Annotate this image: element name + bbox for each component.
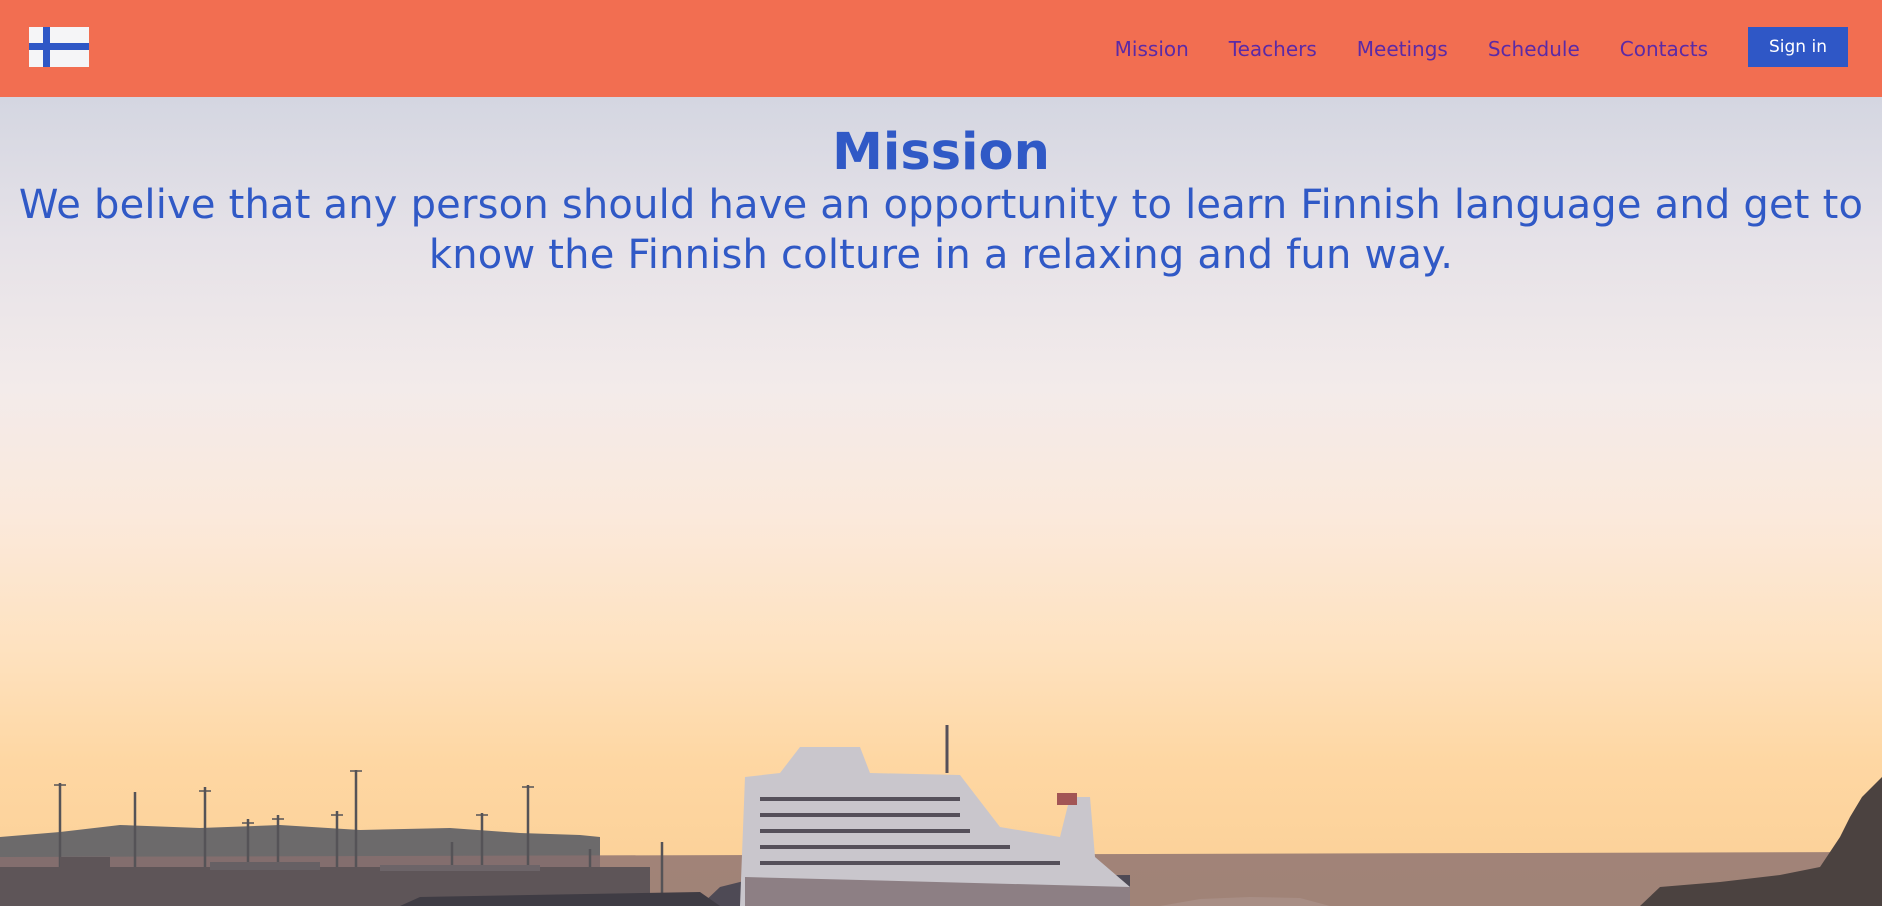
nav-link-mission[interactable]: Mission (1115, 37, 1189, 61)
hero-section: Mission We belive that any person should… (0, 97, 1882, 906)
page: Mission Teachers Meetings Schedule Conta… (0, 0, 1882, 906)
nav-menu: Mission Teachers Meetings Schedule Conta… (1075, 0, 1708, 97)
mission-title: Mission (832, 123, 1050, 182)
nav-link-meetings[interactable]: Meetings (1357, 37, 1448, 61)
sign-in-button[interactable]: Sign in (1748, 27, 1848, 67)
mission-block: Mission We belive that any person should… (0, 125, 1882, 280)
mission-text: We belive that any person should have an… (18, 182, 1864, 279)
navbar: Mission Teachers Meetings Schedule Conta… (0, 0, 1882, 97)
nav-link-contacts[interactable]: Contacts (1620, 37, 1708, 61)
nav-link-schedule[interactable]: Schedule (1488, 37, 1580, 61)
ferry-ship (700, 725, 1130, 906)
nav-link-teachers[interactable]: Teachers (1229, 37, 1317, 61)
finland-flag-icon[interactable] (29, 27, 89, 67)
